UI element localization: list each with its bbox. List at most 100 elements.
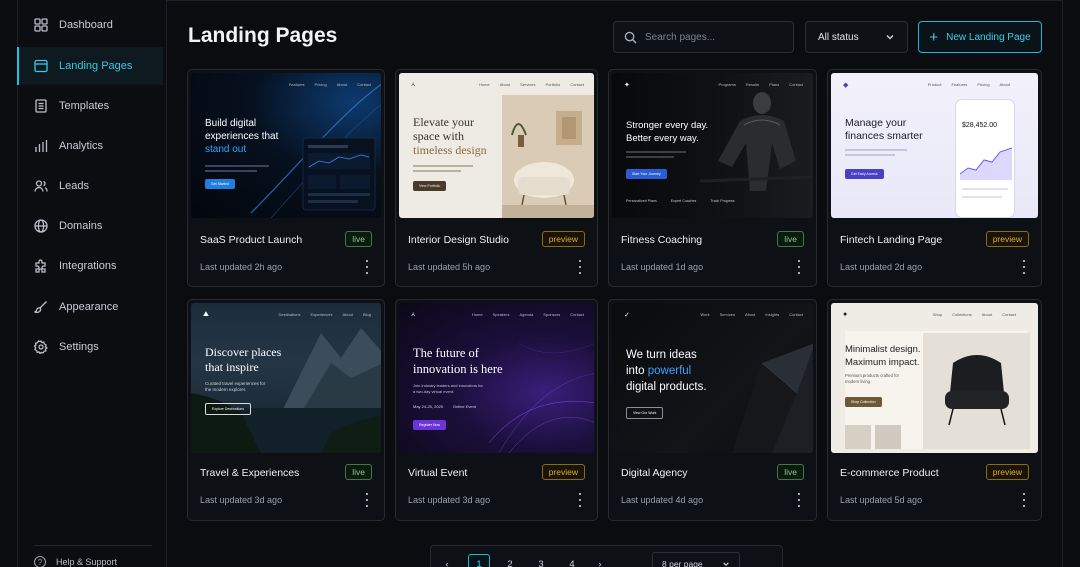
card-title: Interior Design Studio	[408, 234, 509, 246]
search-box[interactable]	[613, 21, 794, 53]
thumb-text-line	[413, 165, 473, 167]
gear-icon	[34, 340, 48, 354]
thumb-headline-line: Manage your	[845, 117, 907, 129]
thumb-nav-item: About	[744, 312, 756, 317]
sidebar-item-domains[interactable]: Domains	[18, 207, 163, 245]
thumb-headline-accent: powerful	[647, 365, 692, 377]
thumb-headline-line: The future of	[413, 346, 479, 360]
page-button[interactable]: 4	[561, 554, 583, 567]
thumb-text-line	[205, 170, 257, 172]
chevron-down-icon	[723, 562, 729, 567]
sidebar-item-analytics[interactable]: Analytics	[18, 127, 163, 165]
card-title: E-commerce Product	[840, 467, 939, 479]
sidebar-item-leads[interactable]: Leads	[18, 167, 163, 205]
landing-page-card[interactable]: ⩑ Home About Services Portfolio Contact …	[395, 69, 598, 287]
sidebar-item-settings[interactable]: Settings	[18, 328, 163, 366]
page-thumbnail[interactable]: ✓ Work Services About Insights Contact W…	[612, 303, 813, 453]
landing-page-card[interactable]: ⩑ Home Speakers Agenda Sponsors Contact …	[395, 299, 598, 521]
thumb-headline-line: into	[626, 365, 648, 377]
more-options-icon[interactable]	[796, 493, 802, 507]
more-options-icon[interactable]	[1021, 260, 1027, 274]
new-landing-page-button[interactable]: + New Landing Page	[918, 21, 1042, 53]
thumb-headline: The future of innovation is here	[413, 345, 503, 377]
page-thumbnail[interactable]: ⛰ Destinations Experiences About Blog Di…	[191, 303, 381, 453]
product-thumbnail	[875, 425, 901, 449]
thumb-headline-line: finances smarter	[845, 130, 923, 142]
particle-wave-graphic	[488, 342, 594, 453]
armchair-product-image	[923, 333, 1030, 449]
thumb-text-line	[413, 170, 461, 172]
athlete-image	[700, 92, 813, 191]
armchair-room-image	[502, 95, 594, 218]
users-icon	[34, 179, 48, 193]
thumbnail-nav: Product Features Pricing About	[928, 82, 1010, 87]
search-input[interactable]	[645, 31, 785, 43]
page-button[interactable]: 3	[530, 554, 552, 567]
last-updated: Last updated 1d ago	[621, 262, 704, 272]
thumb-text-line	[962, 196, 1002, 198]
thumb-nav-item: Services	[520, 82, 536, 87]
thumb-headline-line: digital products.	[626, 381, 707, 393]
thumb-nav-item: About	[999, 82, 1010, 87]
page-thumbnail[interactable]: ⩑ Home Speakers Agenda Sponsors Contact …	[399, 303, 594, 453]
more-options-icon[interactable]	[1021, 493, 1027, 507]
landing-page-card[interactable]: ● Shop Collections About Contact Minimal…	[827, 299, 1042, 521]
help-support-link[interactable]: ? Help & Support	[34, 556, 117, 567]
thumb-nav-item: Insights	[765, 312, 780, 317]
thumb-subtext: Join industry leaders and innovators for…	[413, 383, 483, 394]
more-options-icon[interactable]	[364, 493, 370, 507]
card-title: Travel & Experiences	[200, 467, 300, 479]
thumbnail-nav: Home About Services Portfolio Contact	[479, 82, 584, 87]
sidebar-item-label: Leads	[59, 180, 89, 192]
sidebar-item-appearance[interactable]: Appearance	[18, 288, 163, 326]
thumb-nav-item: About	[981, 312, 993, 317]
page-button[interactable]: 1	[468, 554, 490, 567]
thumb-cta: Shop Collection	[845, 397, 882, 407]
page-thumbnail[interactable]: ◆ Product Features Pricing About Manage …	[831, 73, 1038, 218]
sidebar-item-templates[interactable]: Templates	[18, 87, 163, 125]
landing-page-card[interactable]: ⛰ Destinations Experiences About Blog Di…	[187, 299, 385, 521]
more-options-icon[interactable]	[577, 260, 583, 274]
more-options-icon[interactable]	[364, 260, 370, 274]
sidebar-item-integrations[interactable]: Integrations	[18, 247, 163, 285]
thumb-nav-item: Pricing	[314, 82, 327, 87]
thumb-text-line	[845, 149, 907, 151]
page-thumbnail[interactable]: ✦ Programs Results Plans Contact Stronge…	[612, 73, 813, 218]
prev-page-button[interactable]: ‹	[436, 554, 458, 567]
thumb-headline-line: Stronger every day.	[626, 120, 709, 131]
landing-page-card[interactable]: ✦ Programs Results Plans Contact Stronge…	[608, 69, 817, 287]
page-button[interactable]: 2	[499, 554, 521, 567]
landing-page-card[interactable]: Features Pricing About Contact Build dig…	[187, 69, 385, 287]
thumb-nav-item: Agenda	[519, 312, 534, 317]
app-root: Dashboard Landing Pages Templates Analyt…	[0, 0, 1080, 567]
thumb-nav-item: Contact	[1002, 312, 1016, 317]
thumb-cta: View Our Work	[626, 407, 664, 419]
per-page-select[interactable]: 8 per page	[652, 552, 740, 567]
sidebar-item-dashboard[interactable]: Dashboard	[18, 6, 163, 44]
page-thumbnail[interactable]: ⩑ Home About Services Portfolio Contact …	[399, 73, 594, 218]
thumb-cta: Register Now	[413, 420, 447, 430]
thumb-nav-item: Contact	[357, 82, 371, 87]
landing-page-card[interactable]: ✓ Work Services About Insights Contact W…	[608, 299, 817, 521]
sidebar-item-label: Settings	[59, 341, 99, 353]
thumb-subtext: Premium products crafted for modern livi…	[845, 373, 899, 384]
thumb-nav-item: Experiences	[310, 312, 333, 317]
status-filter-select[interactable]: All status	[805, 21, 908, 53]
thumb-nav-item: Portfolio	[545, 82, 561, 87]
sidebar-item-landing-pages[interactable]: Landing Pages	[17, 47, 163, 85]
thumb-headline-line: Build digital	[205, 118, 257, 129]
thumb-nav-item: Shop	[932, 312, 943, 317]
status-badge: preview	[985, 231, 1029, 247]
landing-page-card[interactable]: ◆ Product Features Pricing About Manage …	[827, 69, 1042, 287]
next-page-button[interactable]: ›	[589, 554, 611, 567]
card-title: SaaS Product Launch	[200, 234, 303, 246]
thumb-nav-item: Destinations	[278, 312, 301, 317]
page-thumbnail[interactable]: ● Shop Collections About Contact Minimal…	[831, 303, 1038, 453]
page-thumbnail[interactable]: Features Pricing About Contact Build dig…	[191, 73, 381, 218]
more-options-icon[interactable]	[796, 260, 802, 274]
status-badge: live	[777, 464, 804, 480]
sidebar-item-label: Templates	[59, 100, 110, 112]
thumb-headline: Minimalist design. Maximum impact.	[845, 343, 921, 369]
more-options-icon[interactable]	[577, 493, 583, 507]
thumb-text-line	[845, 154, 895, 156]
